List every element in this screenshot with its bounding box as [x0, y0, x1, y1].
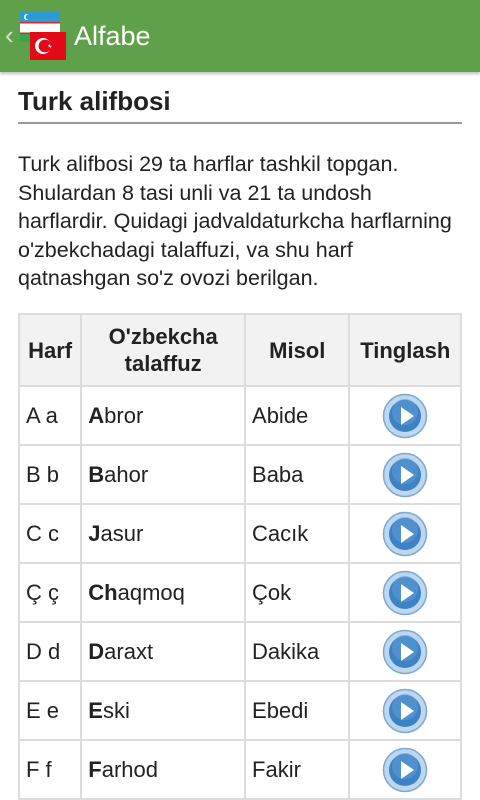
table-row: D d Daraxt Dakika	[17, 621, 462, 682]
pronunciation-cell: Farhod	[80, 739, 247, 800]
listen-cell	[348, 739, 462, 800]
letter-cell: A a	[17, 385, 83, 446]
pronunciation-rest: bror	[104, 402, 144, 428]
pronunciation-rest: arhod	[101, 756, 159, 782]
letter-cell: E e	[17, 680, 83, 741]
letter-cell: D d	[17, 621, 83, 682]
header-misol: Misol	[244, 313, 351, 387]
pronunciation-bold: D	[88, 638, 105, 664]
pronunciation-rest: araxt	[104, 638, 154, 664]
play-icon[interactable]	[382, 747, 428, 793]
pronunciation-bold: E	[88, 697, 103, 723]
play-icon[interactable]	[382, 688, 428, 734]
example-cell: Baba	[244, 444, 351, 505]
listen-cell	[348, 562, 462, 623]
example-cell: Abide	[244, 385, 351, 446]
main-content: Turk alifbosi Turk alifbosi 29 ta harfla…	[18, 80, 462, 293]
pronunciation-rest: ski	[102, 697, 130, 723]
table-row: A a Abror Abide	[17, 385, 462, 446]
app-title: Alfabe	[74, 21, 151, 51]
pronunciation-cell: Abror	[80, 385, 247, 446]
listen-cell	[348, 503, 462, 564]
pronunciation-cell: Jasur	[80, 503, 247, 564]
uzbek-turkish-flags-icon[interactable]	[18, 10, 68, 62]
play-icon[interactable]	[382, 629, 428, 675]
pronunciation-cell: Daraxt	[80, 621, 247, 682]
play-icon[interactable]	[382, 570, 428, 616]
pronunciation-bold: B	[88, 461, 105, 487]
pronunciation-cell: Chaqmoq	[80, 562, 247, 623]
app-bar: ‹ Alfabe	[0, 0, 480, 72]
letter-cell: F f	[17, 739, 83, 800]
letter-cell: B b	[17, 444, 83, 505]
listen-cell	[348, 680, 462, 741]
pronunciation-bold: Ch	[88, 579, 118, 605]
listen-cell	[348, 385, 462, 446]
listen-cell	[348, 444, 462, 505]
pronunciation-cell: Eski	[80, 680, 247, 741]
pronunciation-rest: aqmoq	[117, 579, 185, 605]
header-talaffuz: O'zbekcha talaffuz	[80, 313, 247, 387]
pronunciation-bold: F	[88, 756, 102, 782]
play-icon[interactable]	[382, 511, 428, 557]
example-cell: Ebedi	[244, 680, 351, 741]
table-body: A a Abror Abide B b Bahor Baba C c Jasur Cacık Ç …	[17, 385, 462, 800]
pronunciation-bold: A	[88, 402, 105, 428]
table-row: E e Eski Ebedi	[17, 680, 462, 741]
pronunciation-cell: Bahor	[80, 444, 247, 505]
chevron-left-icon[interactable]: ‹	[5, 21, 19, 49]
example-cell: Çok	[244, 562, 351, 623]
play-icon[interactable]	[382, 452, 428, 498]
table-row: Ç ç Chaqmoq Çok	[17, 562, 462, 623]
letter-cell: C c	[17, 503, 83, 564]
intro-text: Turk alifbosi 29 ta harflar tashkil topg…	[18, 152, 452, 291]
example-cell: Cacık	[244, 503, 351, 564]
table-header-row: Harf O'zbekcha talaffuz Misol Tinglash	[17, 313, 462, 387]
letter-cell: Ç ç	[17, 562, 83, 623]
table-row: F f Farhod Fakir	[17, 739, 462, 800]
table-row: C c Jasur Cacık	[17, 503, 462, 564]
pronunciation-rest: asur	[100, 520, 144, 546]
header-tinglash: Tinglash	[348, 313, 462, 387]
play-icon[interactable]	[382, 393, 428, 439]
alphabet-table: Harf O'zbekcha talaffuz Misol Tinglash A…	[17, 313, 462, 800]
pronunciation-rest: ahor	[104, 461, 149, 487]
listen-cell	[348, 621, 462, 682]
page-title: Turk alifbosi	[18, 84, 462, 124]
header-harf: Harf	[17, 313, 83, 387]
pronunciation-bold: J	[88, 520, 101, 546]
table-row: B b Bahor Baba	[17, 444, 462, 505]
example-cell: Fakir	[244, 739, 351, 800]
example-cell: Dakika	[244, 621, 351, 682]
